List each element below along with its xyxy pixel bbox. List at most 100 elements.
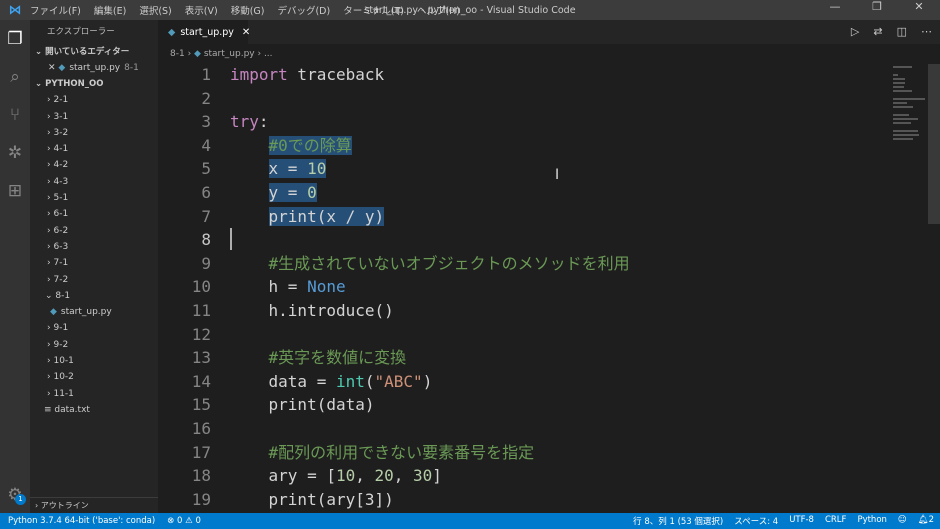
code-token: , (393, 466, 414, 486)
tree-item[interactable]: ◆ start_up.py (30, 304, 158, 320)
project-section[interactable]: ⌄ PYTHON_OO (30, 76, 158, 92)
split-editor-icon[interactable]: ◫ (897, 25, 907, 38)
code-text: x = 10 (230, 157, 327, 181)
code-token: 0 (307, 182, 317, 202)
code-token: 10 (307, 159, 327, 179)
code-token: print(x / y) (268, 206, 385, 226)
code-line: 10 h = None (158, 275, 893, 299)
tree-item[interactable]: › 6-1 (30, 206, 158, 222)
close-window-button[interactable]: ✕ (898, 0, 940, 13)
menu-item[interactable]: 表示(V) (185, 6, 218, 17)
tree-item[interactable]: › 10-2 (30, 369, 158, 385)
minimize-button[interactable]: — (814, 0, 856, 13)
problems-indicator[interactable]: ⊗ 0 ⚠ 0 (167, 516, 201, 526)
line-number: 18 (191, 466, 211, 486)
open-editors-section[interactable]: ⌄ 開いているエディター (30, 44, 158, 60)
minimap-line (893, 114, 909, 116)
code-token: import (230, 65, 288, 84)
menu-item[interactable]: 編集(E) (94, 6, 126, 17)
tree-item-label: 6-1 (53, 209, 69, 220)
close-tab-icon[interactable]: ✕ (242, 27, 250, 38)
code-line: 13 #英字を数値に変換 (158, 346, 893, 370)
compare-icon[interactable]: ⇄ (873, 25, 882, 38)
search-icon[interactable]: ⌕ (0, 58, 30, 96)
code-line: 4 #0での除算 (158, 134, 893, 158)
code-text: h.introduce() (230, 299, 394, 323)
open-editor-item[interactable]: ✕ ◆ start_up.py 8-1 (30, 60, 158, 76)
minimap-line (893, 106, 914, 108)
tree-item[interactable]: › 11-1 (30, 386, 158, 402)
code-line: 15 print(data) (158, 393, 893, 417)
python-file-icon: ◆ (58, 63, 66, 73)
tree-item[interactable]: › 7-1 (30, 255, 158, 271)
code-token: 20 (374, 466, 394, 486)
tree-item[interactable]: › 9-1 (30, 320, 158, 336)
minimap[interactable] (893, 64, 928, 513)
tree-item[interactable]: › 4-2 (30, 157, 158, 173)
code-token: #配列の利用できない要素番号を指定 (268, 442, 535, 462)
notifications-bell[interactable]: 🔔︎2 (918, 515, 934, 527)
tree-item-label: 4-2 (53, 160, 69, 171)
tree-item[interactable]: › 7-2 (30, 272, 158, 288)
line-number: 11 (191, 300, 211, 320)
tree-item-label: 4-3 (53, 176, 69, 187)
tree-item[interactable]: › 3-2 (30, 125, 158, 141)
tree-item[interactable]: › 3-1 (30, 109, 158, 125)
code-line: 5 x = 10 (158, 157, 893, 181)
code-token: #英字を数値に変換 (268, 348, 407, 368)
tree-item[interactable]: ≡ data.txt (30, 402, 158, 418)
tab-start-up-py[interactable]: ◆ start_up.py ✕ (158, 20, 250, 44)
code-token: ary = [ (230, 466, 336, 486)
code-line: 7 print(x / y) (158, 205, 893, 229)
breadcrumb-folder[interactable]: 8-1 (170, 49, 185, 59)
tree-item[interactable]: › 10-1 (30, 353, 158, 369)
menu-item[interactable]: ファイル(F) (30, 6, 81, 17)
extensions-icon[interactable]: ⊞ (0, 172, 30, 210)
code-text: print(x / y) (230, 205, 385, 229)
code-token: ( (364, 371, 375, 391)
line-number: 12 (191, 324, 211, 344)
python-interpreter[interactable]: Python 3.7.4 64-bit ('base': conda) (8, 516, 155, 526)
tree-item[interactable]: › 9-2 (30, 337, 158, 353)
menu-item[interactable]: ヘルプ(H) (417, 6, 460, 17)
tree-item[interactable]: › 4-1 (30, 141, 158, 157)
minimap-line (893, 74, 898, 76)
encoding[interactable]: UTF-8 (789, 515, 814, 527)
source-control-icon[interactable]: ⑂ (0, 96, 30, 134)
indentation[interactable]: スペース: 4 (734, 515, 778, 527)
minimap-line (893, 138, 914, 140)
scrollbar[interactable] (928, 64, 940, 224)
code-editor[interactable]: 1 import traceback 2 3 try: 4 #0での除算 5 x = 10 6… (158, 63, 893, 511)
line-number: 7 (201, 206, 211, 226)
menu-item[interactable]: デバッグ(D) (277, 6, 330, 17)
tree-item-label: 11-1 (53, 388, 74, 399)
code-line: 18 ary = [10, 20, 30] (158, 464, 893, 488)
menu-item[interactable]: 移動(G) (231, 6, 265, 17)
debug-icon[interactable]: ✲ (0, 134, 30, 172)
tree-item[interactable]: › 6-3 (30, 239, 158, 255)
tree-item[interactable]: › 2-1 (30, 92, 158, 108)
line-number: 9 (201, 253, 211, 273)
line-number: 14 (191, 371, 211, 391)
cursor-position[interactable]: 行 8、列 1 (53 個選択) (633, 515, 723, 527)
feedback-icon[interactable]: ☺ (898, 515, 907, 527)
language-mode[interactable]: Python (857, 515, 886, 527)
menu-item[interactable]: ターミナル(T) (343, 6, 404, 17)
tree-item[interactable]: › 4-3 (30, 174, 158, 190)
tree-item[interactable]: › 6-2 (30, 223, 158, 239)
explorer-icon[interactable]: ❐ (0, 20, 30, 58)
maximize-button[interactable]: ❐ (856, 0, 898, 13)
tree-item[interactable]: › 5-1 (30, 190, 158, 206)
minimap-line (893, 122, 911, 124)
tree-item[interactable]: ⌄ 8-1 (30, 288, 158, 304)
run-icon[interactable]: ▷ (851, 25, 859, 38)
close-icon[interactable]: ✕ (48, 63, 58, 73)
more-actions-icon[interactable]: ⋯ (921, 25, 932, 38)
mouse-ibeam-icon: I (555, 167, 560, 183)
menu-item[interactable]: 選択(S) (139, 6, 171, 17)
line-ending[interactable]: CRLF (825, 515, 846, 527)
breadcrumb-file[interactable]: start_up.py (204, 49, 255, 59)
outline-section[interactable]: › アウトライン (30, 497, 158, 513)
breadcrumb-symbol[interactable]: ... (264, 49, 273, 59)
